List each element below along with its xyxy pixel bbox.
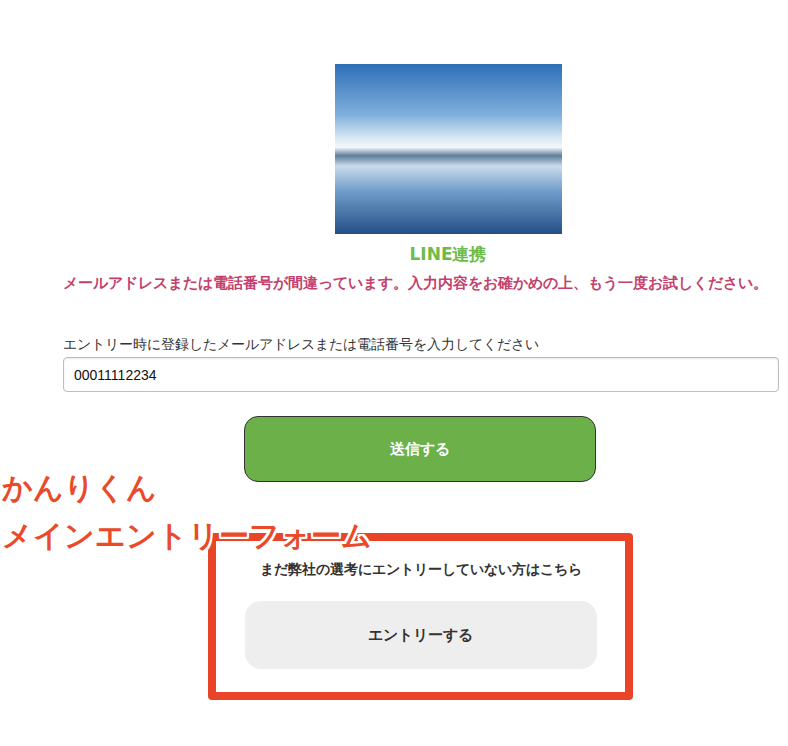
error-message: メールアドレスまたは電話番号が間違っています。入力内容をお確かめの上、もう一度お… [63,272,775,294]
entry-prompt: まだ弊社の選考にエントリーしていない方はこちら [260,559,582,579]
field-label: エントリー時に登録したメールアドレスまたは電話番号を入力してください [63,335,779,353]
entry-button[interactable]: エントリーする [245,601,597,669]
submit-button[interactable]: 送信する [244,416,596,482]
line-link-page: LINE連携メールアドレスまたは電話番号が間違っています。入力内容をお確かめの上… [0,0,788,746]
entry-highlight-box: まだ弊社の選考にエントリーしていない方はこちらエントリーする [208,533,633,700]
header-photo [335,64,562,234]
contact-input[interactable] [63,357,779,392]
annotation-line: かんりくん [2,466,372,510]
page-title: LINE連携 [63,242,788,266]
annotation-line: メインエントリーフォーム [2,514,372,558]
annotation: かんりくんメインエントリーフォーム [2,466,372,558]
